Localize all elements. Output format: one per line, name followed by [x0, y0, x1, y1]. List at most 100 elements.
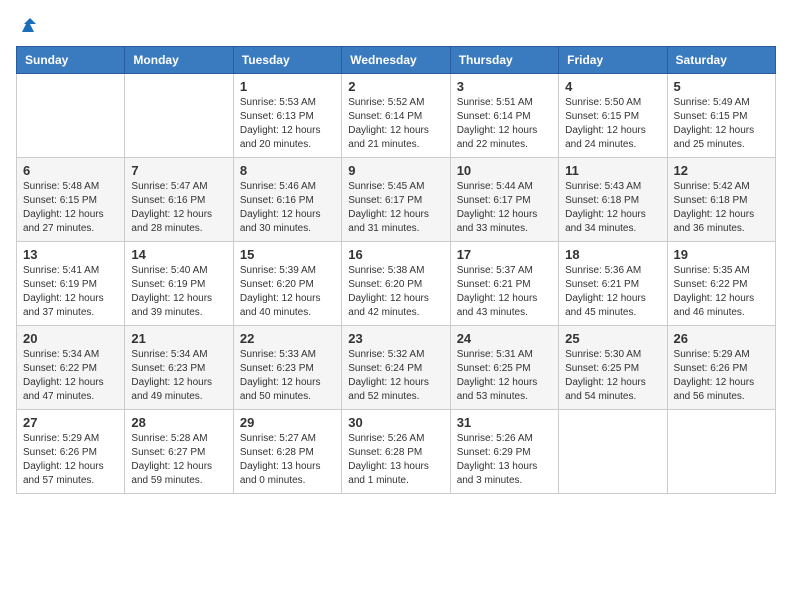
- calendar-cell: 14 Sunrise: 5:40 AM Sunset: 6:19 PM Dayli…: [125, 242, 233, 326]
- calendar-header-row: SundayMondayTuesdayWednesdayThursdayFrid…: [17, 47, 776, 74]
- calendar-week-row: 27 Sunrise: 5:29 AM Sunset: 6:26 PM Dayli…: [17, 410, 776, 494]
- day-number: 15: [240, 247, 335, 262]
- day-info: Sunrise: 5:30 AM Sunset: 6:25 PM Dayligh…: [565, 348, 660, 404]
- day-info: Sunrise: 5:46 AM Sunset: 6:16 PM Dayligh…: [240, 180, 335, 236]
- day-info: Sunrise: 5:37 AM Sunset: 6:21 PM Dayligh…: [457, 264, 552, 320]
- day-number: 8: [240, 163, 335, 178]
- day-info: Sunrise: 5:48 AM Sunset: 6:15 PM Dayligh…: [23, 180, 118, 236]
- day-info: Sunrise: 5:47 AM Sunset: 6:16 PM Dayligh…: [131, 180, 226, 236]
- calendar-cell: 20 Sunrise: 5:34 AM Sunset: 6:22 PM Dayli…: [17, 326, 125, 410]
- header-sunday: Sunday: [17, 47, 125, 74]
- day-info: Sunrise: 5:44 AM Sunset: 6:17 PM Dayligh…: [457, 180, 552, 236]
- header-monday: Monday: [125, 47, 233, 74]
- day-info: Sunrise: 5:39 AM Sunset: 6:20 PM Dayligh…: [240, 264, 335, 320]
- header-saturday: Saturday: [667, 47, 775, 74]
- calendar-cell: 8 Sunrise: 5:46 AM Sunset: 6:16 PM Daylig…: [233, 158, 341, 242]
- day-info: Sunrise: 5:53 AM Sunset: 6:13 PM Dayligh…: [240, 96, 335, 152]
- day-number: 30: [348, 415, 443, 430]
- day-info: Sunrise: 5:38 AM Sunset: 6:20 PM Dayligh…: [348, 264, 443, 320]
- calendar-cell: 13 Sunrise: 5:41 AM Sunset: 6:19 PM Dayli…: [17, 242, 125, 326]
- calendar-cell: 5 Sunrise: 5:49 AM Sunset: 6:15 PM Daylig…: [667, 74, 775, 158]
- header-wednesday: Wednesday: [342, 47, 450, 74]
- header-tuesday: Tuesday: [233, 47, 341, 74]
- calendar-cell: 26 Sunrise: 5:29 AM Sunset: 6:26 PM Dayli…: [667, 326, 775, 410]
- day-number: 7: [131, 163, 226, 178]
- calendar-cell: 17 Sunrise: 5:37 AM Sunset: 6:21 PM Dayli…: [450, 242, 558, 326]
- calendar-cell: 9 Sunrise: 5:45 AM Sunset: 6:17 PM Daylig…: [342, 158, 450, 242]
- day-info: Sunrise: 5:49 AM Sunset: 6:15 PM Dayligh…: [674, 96, 769, 152]
- day-number: 2: [348, 79, 443, 94]
- calendar-cell: 30 Sunrise: 5:26 AM Sunset: 6:28 PM Dayli…: [342, 410, 450, 494]
- calendar-cell: 29Sunrise: 5:27 AM Sunset: 6:28 PM Dayli…: [233, 410, 341, 494]
- calendar-cell: 11 Sunrise: 5:43 AM Sunset: 6:18 PM Dayli…: [559, 158, 667, 242]
- day-info: Sunrise: 5:27 AM Sunset: 6:28 PM Dayligh…: [240, 432, 335, 488]
- day-info: Sunrise: 5:35 AM Sunset: 6:22 PM Dayligh…: [674, 264, 769, 320]
- calendar-cell: 1 Sunrise: 5:53 AM Sunset: 6:13 PM Daylig…: [233, 74, 341, 158]
- calendar-cell: 16 Sunrise: 5:38 AM Sunset: 6:20 PM Dayli…: [342, 242, 450, 326]
- day-number: 16: [348, 247, 443, 262]
- day-number: 5: [674, 79, 769, 94]
- calendar-cell: 3 Sunrise: 5:51 AM Sunset: 6:14 PM Daylig…: [450, 74, 558, 158]
- day-number: 4: [565, 79, 660, 94]
- header: [16, 16, 776, 36]
- calendar-cell: [17, 74, 125, 158]
- day-number: 11: [565, 163, 660, 178]
- calendar-cell: [559, 410, 667, 494]
- day-info: Sunrise: 5:26 AM Sunset: 6:28 PM Dayligh…: [348, 432, 443, 488]
- logo-area: [16, 16, 38, 36]
- day-number: 18: [565, 247, 660, 262]
- day-info: Sunrise: 5:31 AM Sunset: 6:25 PM Dayligh…: [457, 348, 552, 404]
- day-info: Sunrise: 5:45 AM Sunset: 6:17 PM Dayligh…: [348, 180, 443, 236]
- day-number: 10: [457, 163, 552, 178]
- day-number: 13: [23, 247, 118, 262]
- day-number: 28: [131, 415, 226, 430]
- header-friday: Friday: [559, 47, 667, 74]
- day-info: Sunrise: 5:34 AM Sunset: 6:23 PM Dayligh…: [131, 348, 226, 404]
- day-number: 1: [240, 79, 335, 94]
- day-info: Sunrise: 5:52 AM Sunset: 6:14 PM Dayligh…: [348, 96, 443, 152]
- day-number: 9: [348, 163, 443, 178]
- calendar-cell: 2 Sunrise: 5:52 AM Sunset: 6:14 PM Daylig…: [342, 74, 450, 158]
- day-info: Sunrise: 5:36 AM Sunset: 6:21 PM Dayligh…: [565, 264, 660, 320]
- day-number: 26: [674, 331, 769, 346]
- calendar-week-row: 1 Sunrise: 5:53 AM Sunset: 6:13 PM Daylig…: [17, 74, 776, 158]
- calendar-week-row: 6Sunrise: 5:48 AM Sunset: 6:15 PM Daylig…: [17, 158, 776, 242]
- calendar-week-row: 20 Sunrise: 5:34 AM Sunset: 6:22 PM Dayli…: [17, 326, 776, 410]
- calendar-cell: 31 Sunrise: 5:26 AM Sunset: 6:29 PM Dayli…: [450, 410, 558, 494]
- day-number: 19: [674, 247, 769, 262]
- calendar-cell: 25 Sunrise: 5:30 AM Sunset: 6:25 PM Dayli…: [559, 326, 667, 410]
- day-info: Sunrise: 5:34 AM Sunset: 6:22 PM Dayligh…: [23, 348, 118, 404]
- calendar-cell: 27 Sunrise: 5:29 AM Sunset: 6:26 PM Dayli…: [17, 410, 125, 494]
- day-info: Sunrise: 5:26 AM Sunset: 6:29 PM Dayligh…: [457, 432, 552, 488]
- day-number: 20: [23, 331, 118, 346]
- day-number: 25: [565, 331, 660, 346]
- day-number: 22: [240, 331, 335, 346]
- logo-icon: [18, 16, 38, 36]
- calendar-week-row: 13 Sunrise: 5:41 AM Sunset: 6:19 PM Dayli…: [17, 242, 776, 326]
- day-info: Sunrise: 5:28 AM Sunset: 6:27 PM Dayligh…: [131, 432, 226, 488]
- day-info: Sunrise: 5:40 AM Sunset: 6:19 PM Dayligh…: [131, 264, 226, 320]
- day-number: 21: [131, 331, 226, 346]
- calendar-cell: 21 Sunrise: 5:34 AM Sunset: 6:23 PM Dayli…: [125, 326, 233, 410]
- calendar-cell: [125, 74, 233, 158]
- calendar-cell: 22 Sunrise: 5:33 AM Sunset: 6:23 PM Dayli…: [233, 326, 341, 410]
- day-info: Sunrise: 5:29 AM Sunset: 6:26 PM Dayligh…: [674, 348, 769, 404]
- day-number: 31: [457, 415, 552, 430]
- day-number: 14: [131, 247, 226, 262]
- logo: [16, 16, 38, 36]
- calendar-table: SundayMondayTuesdayWednesdayThursdayFrid…: [16, 46, 776, 494]
- day-info: Sunrise: 5:43 AM Sunset: 6:18 PM Dayligh…: [565, 180, 660, 236]
- day-info: Sunrise: 5:41 AM Sunset: 6:19 PM Dayligh…: [23, 264, 118, 320]
- calendar-cell: 10 Sunrise: 5:44 AM Sunset: 6:17 PM Dayli…: [450, 158, 558, 242]
- calendar-cell: 24Sunrise: 5:31 AM Sunset: 6:25 PM Dayli…: [450, 326, 558, 410]
- day-number: 3: [457, 79, 552, 94]
- day-info: Sunrise: 5:51 AM Sunset: 6:14 PM Dayligh…: [457, 96, 552, 152]
- day-number: 17: [457, 247, 552, 262]
- calendar-cell: 6Sunrise: 5:48 AM Sunset: 6:15 PM Daylig…: [17, 158, 125, 242]
- calendar-cell: 12 Sunrise: 5:42 AM Sunset: 6:18 PM Dayli…: [667, 158, 775, 242]
- day-number: 12: [674, 163, 769, 178]
- day-number: 27: [23, 415, 118, 430]
- day-info: Sunrise: 5:33 AM Sunset: 6:23 PM Dayligh…: [240, 348, 335, 404]
- day-info: Sunrise: 5:42 AM Sunset: 6:18 PM Dayligh…: [674, 180, 769, 236]
- day-info: Sunrise: 5:29 AM Sunset: 6:26 PM Dayligh…: [23, 432, 118, 488]
